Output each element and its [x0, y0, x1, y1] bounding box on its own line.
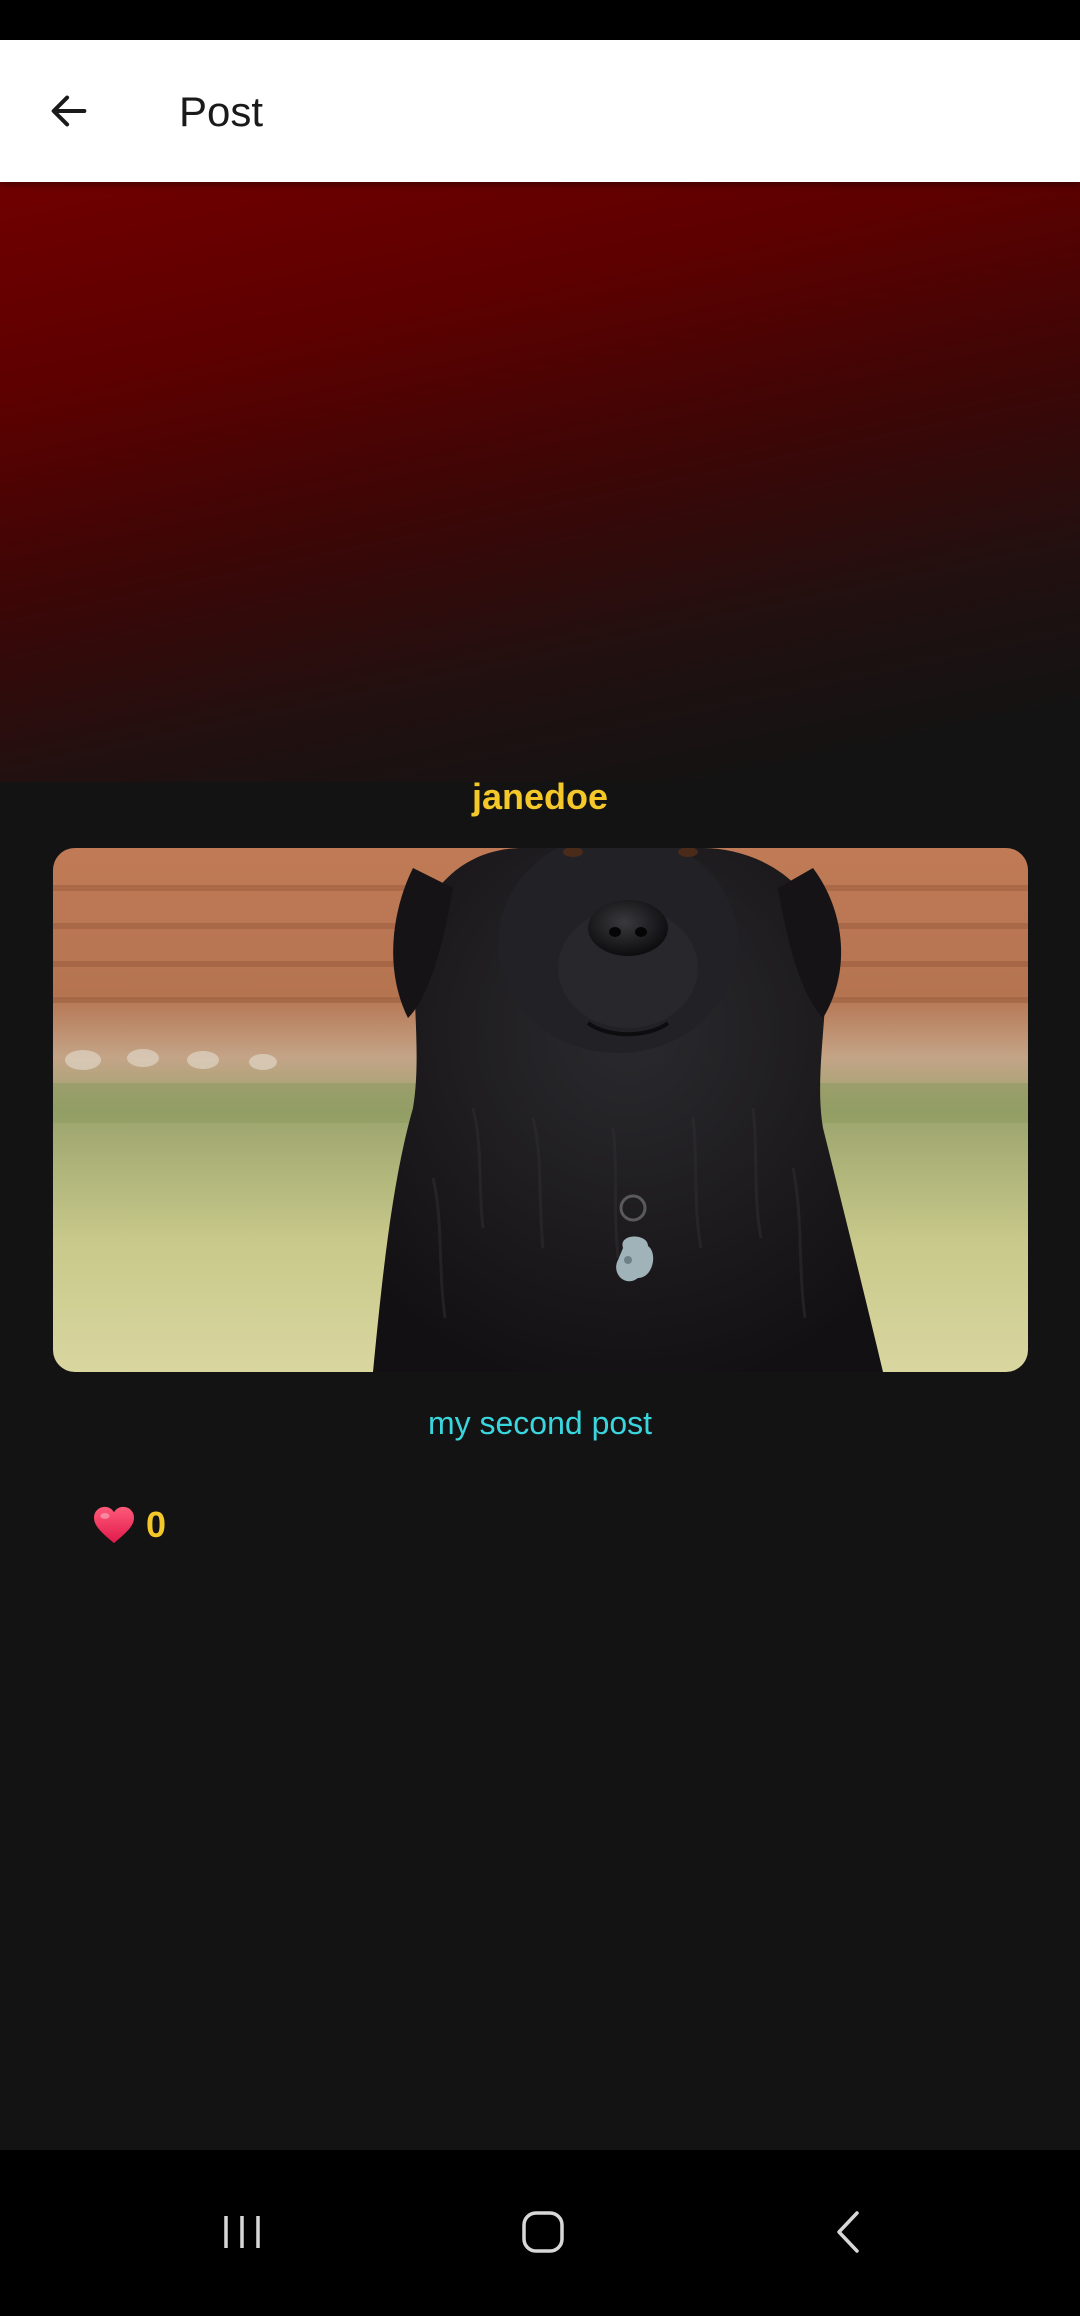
like-button[interactable]: [90, 1501, 138, 1549]
back-nav-button[interactable]: [788, 2192, 908, 2272]
heart-icon: [94, 1506, 134, 1544]
home-icon: [522, 2211, 564, 2253]
system-nav-bar: [0, 2150, 1080, 2316]
home-button[interactable]: [483, 2192, 603, 2272]
post-screen: Post janedoe my second post 0: [0, 0, 1080, 2316]
header-gradient-banner: [0, 182, 1080, 782]
app-bar: Post: [0, 40, 1080, 182]
status-bar: [0, 0, 1080, 40]
post-username[interactable]: janedoe: [0, 772, 1080, 822]
dog-photo: [53, 848, 1028, 1372]
back-chevron-icon: [837, 2211, 859, 2253]
post-caption: my second post: [427, 1405, 653, 1441]
recents-button[interactable]: [182, 2192, 302, 2272]
like-count: 0: [146, 1504, 167, 1545]
like-row: 0: [90, 1497, 166, 1553]
page-title: Post: [179, 88, 264, 135]
arrow-left-icon: [51, 95, 87, 127]
post-image[interactable]: [53, 848, 1028, 1372]
back-button[interactable]: [30, 78, 108, 144]
recents-icon: [224, 2216, 260, 2248]
